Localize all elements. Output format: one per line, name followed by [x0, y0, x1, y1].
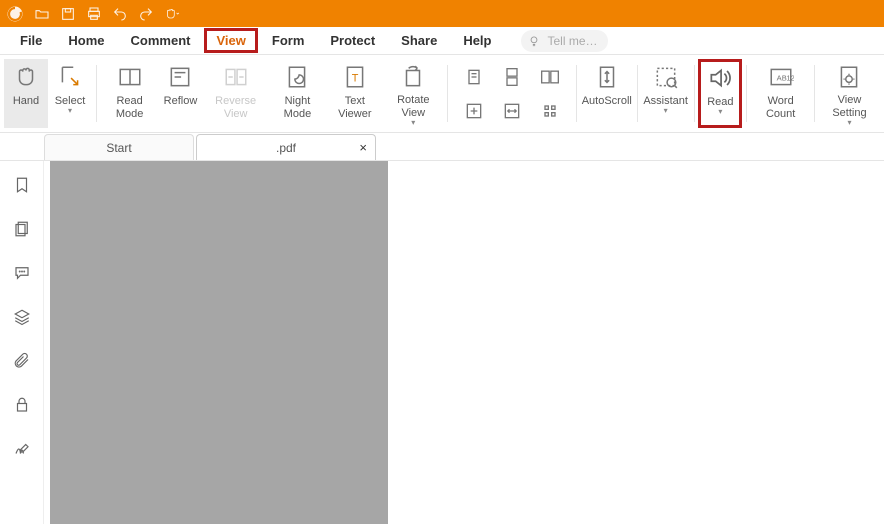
settings-page-icon: [835, 63, 863, 90]
menu-share[interactable]: Share: [389, 29, 449, 52]
empty-area: [388, 161, 884, 524]
tell-me-search[interactable]: Tell me…: [521, 30, 607, 52]
comments-icon[interactable]: [12, 263, 32, 283]
fit-width-icon[interactable]: [498, 97, 526, 125]
save-icon[interactable]: [60, 6, 76, 22]
menu-file[interactable]: File: [8, 29, 54, 52]
hand-tool-dropdown-icon[interactable]: [164, 6, 180, 22]
moon-icon: [283, 63, 311, 91]
menu-home[interactable]: Home: [56, 29, 116, 52]
autoscroll-label: AutoScroll: [582, 95, 632, 108]
reverse-icon: [222, 63, 250, 91]
speaker-icon: [706, 64, 734, 92]
reflow-icon: [166, 63, 194, 91]
ribbon-view: Hand Select Read Mode Reflow Reverse Vie…: [0, 55, 884, 133]
read-aloud-button[interactable]: Read: [698, 59, 742, 128]
menu-help[interactable]: Help: [451, 29, 503, 52]
dropdown-caret-icon: [718, 109, 722, 117]
open-folder-icon[interactable]: [34, 6, 50, 22]
single-page-icon[interactable]: [460, 63, 488, 91]
svg-text:AB: AB: [776, 73, 786, 82]
ribbon-separator: [694, 65, 695, 122]
autoscroll-icon: [593, 63, 621, 91]
dropdown-caret-icon: [68, 108, 72, 116]
text-icon: T: [341, 63, 369, 91]
menu-comment[interactable]: Comment: [119, 29, 203, 52]
reflow-label: Reflow: [164, 95, 198, 108]
dropdown-caret-icon: [847, 120, 851, 128]
read-mode-label: Read Mode: [107, 95, 153, 121]
text-viewer-label: Text Viewer: [332, 95, 378, 121]
security-icon[interactable]: [12, 395, 32, 415]
ribbon-separator: [746, 65, 747, 122]
night-mode-label: Night Mode: [275, 95, 320, 121]
word-count-button[interactable]: AB12 Word Count: [751, 59, 810, 128]
ribbon-separator: [447, 65, 448, 122]
hand-icon: [12, 63, 40, 91]
menu-form[interactable]: Form: [260, 29, 317, 52]
menu-view[interactable]: View: [204, 28, 257, 53]
rotate-view-label: Rotate View: [390, 94, 437, 120]
tab-document[interactable]: .pdf ×: [196, 134, 376, 160]
tell-me-placeholder: Tell me…: [547, 34, 597, 48]
word-count-icon: AB12: [767, 63, 795, 91]
ribbon-separator: [96, 65, 97, 122]
attachment-icon[interactable]: [12, 351, 32, 371]
svg-text:T: T: [351, 72, 358, 84]
view-setting-label: View Setting: [825, 94, 874, 120]
view-setting-button[interactable]: View Setting: [819, 59, 880, 128]
svg-text:12: 12: [786, 73, 794, 82]
ribbon-separator: [576, 65, 577, 122]
read-mode-button[interactable]: Read Mode: [101, 59, 159, 128]
menu-protect[interactable]: Protect: [318, 29, 387, 52]
ribbon-separator: [637, 65, 638, 122]
layers-icon[interactable]: [12, 307, 32, 327]
menu-bar: File Home Comment View Form Protect Shar…: [0, 27, 884, 55]
book-icon: [116, 63, 144, 91]
hand-tool-button[interactable]: Hand: [4, 59, 48, 128]
ribbon-separator: [814, 65, 815, 122]
rotate-view-button[interactable]: Rotate View: [384, 59, 443, 128]
facing-page-icon[interactable]: [536, 63, 564, 91]
select-icon: [56, 63, 84, 91]
continuous-page-icon[interactable]: [498, 63, 526, 91]
fit-page-icon[interactable]: [460, 97, 488, 125]
pages-icon[interactable]: [12, 219, 32, 239]
rotate-icon: [399, 63, 427, 90]
word-count-label: Word Count: [757, 95, 804, 121]
select-tool-button[interactable]: Select: [48, 59, 92, 128]
lightbulb-icon: [527, 34, 541, 48]
signature-icon[interactable]: [12, 439, 32, 459]
autoscroll-button[interactable]: AutoScroll: [581, 59, 633, 128]
reflow-button[interactable]: Reflow: [158, 59, 202, 128]
undo-icon[interactable]: [112, 6, 128, 22]
reverse-view-button[interactable]: Reverse View: [202, 59, 268, 128]
tab-label: Start: [106, 141, 131, 155]
hand-label: Hand: [13, 95, 39, 108]
reverse-view-label: Reverse View: [208, 95, 262, 121]
text-viewer-button[interactable]: T Text Viewer: [326, 59, 384, 128]
dropdown-caret-icon: [664, 108, 668, 116]
assistant-button[interactable]: Assistant: [642, 59, 690, 128]
document-viewport[interactable]: [50, 161, 388, 524]
fit-visible-icon[interactable]: [536, 97, 564, 125]
document-tab-bar: Start .pdf ×: [0, 133, 884, 161]
bookmark-icon[interactable]: [12, 175, 32, 195]
app-logo-icon: [6, 5, 24, 23]
dropdown-caret-icon: [411, 120, 415, 128]
title-bar: [0, 0, 884, 27]
navigation-sidebar: [0, 161, 44, 524]
close-icon[interactable]: ×: [359, 140, 367, 155]
page-display-grid: [452, 59, 572, 128]
redo-icon[interactable]: [138, 6, 154, 22]
night-mode-button[interactable]: Night Mode: [269, 59, 326, 128]
content-area: [0, 161, 884, 524]
tab-start[interactable]: Start: [44, 134, 194, 160]
tab-label: .pdf: [276, 141, 296, 155]
print-icon[interactable]: [86, 6, 102, 22]
assistant-icon: [652, 63, 680, 91]
